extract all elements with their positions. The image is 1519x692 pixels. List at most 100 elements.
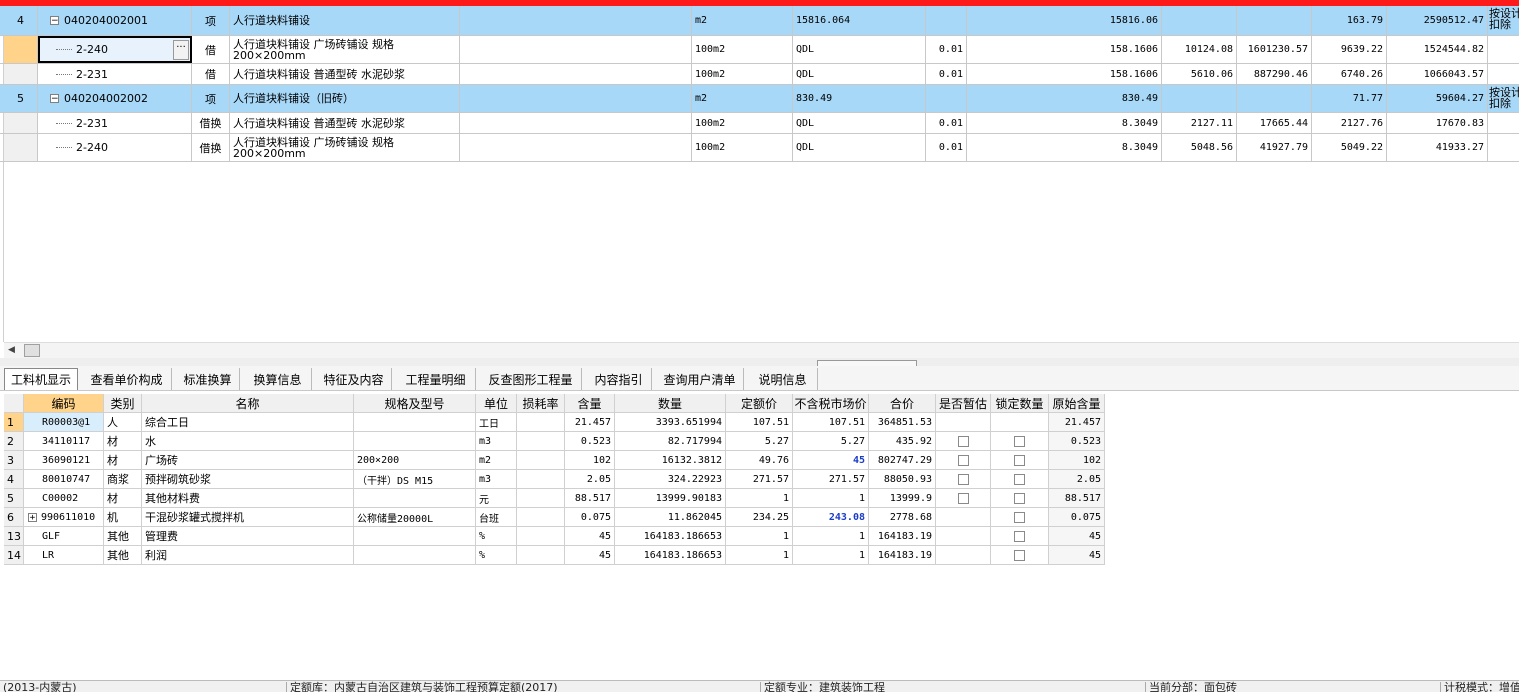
cell-total[interactable]: 2590512.47	[1387, 6, 1488, 35]
cell-unit[interactable]: 元	[476, 489, 517, 508]
cell-rn[interactable]: 3	[4, 451, 24, 470]
cell-market[interactable]: 243.08	[793, 508, 869, 527]
cell-rn[interactable]: 13	[4, 527, 24, 546]
cell-type[interactable]: 借	[192, 64, 230, 84]
cell-orig[interactable]: 88.517	[1049, 489, 1105, 508]
cell-qty_expr[interactable]: 830.49	[793, 85, 926, 112]
cell-name[interactable]: 预拌砌筑砂浆	[142, 470, 354, 489]
cell-coef[interactable]: 0.01	[926, 64, 967, 84]
header-cat[interactable]: 类别	[104, 394, 142, 413]
cell-blank[interactable]	[460, 36, 692, 63]
cell-orig[interactable]: 45	[1049, 527, 1105, 546]
cell-unit[interactable]: m2	[692, 6, 793, 35]
cell-total[interactable]: 802747.29	[869, 451, 936, 470]
cell-spec[interactable]: 200×200	[354, 451, 476, 470]
tab-6[interactable]: 反查图形工程量	[480, 368, 582, 390]
cell-qty_expr[interactable]: QDL	[793, 64, 926, 84]
resource-row[interactable]: 5 C00002 材 其他材料费 元 88.517 13999.90183 1 1 13999.9…	[4, 489, 1105, 508]
cell-unit[interactable]: 台班	[476, 508, 517, 527]
cell-price[interactable]: 6740.26	[1312, 64, 1387, 84]
cell-content[interactable]: 102	[565, 451, 615, 470]
cell-spec[interactable]	[354, 546, 476, 565]
cell-market[interactable]: 1	[793, 546, 869, 565]
quota-sub-row[interactable]: 2-231 借 人行道块料铺设 普通型砖 水泥砂浆 100m2 QDL 0.01 158.1…	[0, 64, 1519, 85]
cell-market[interactable]: 5.27	[793, 432, 869, 451]
resource-row[interactable]: 3 36090121 材 广场砖 200×200 m2 102 16132.3812 49.76…	[4, 451, 1105, 470]
cell-loss[interactable]	[517, 489, 565, 508]
cell-content[interactable]: 0.523	[565, 432, 615, 451]
cell-qty_expr[interactable]: QDL	[793, 36, 926, 63]
cell-unit[interactable]: m3	[476, 432, 517, 451]
cell-unit[interactable]: 100m2	[692, 113, 793, 133]
cell-total[interactable]: 164183.19	[869, 527, 936, 546]
cell-qty[interactable]: 158.1606	[967, 64, 1162, 84]
cell-name[interactable]: 人行道块料铺设 广场砖铺设 规格200×200mm	[230, 134, 460, 161]
cell-lock[interactable]	[991, 470, 1049, 489]
cell-code[interactable]: C00002	[24, 489, 104, 508]
cell-qty[interactable]: 8.3049	[967, 134, 1162, 161]
header-lock[interactable]: 锁定数量	[991, 394, 1049, 413]
cell-content[interactable]: 2.05	[565, 470, 615, 489]
expand-icon[interactable]: +	[28, 512, 37, 522]
cell-est[interactable]	[936, 508, 991, 527]
cell-unit[interactable]: 100m2	[692, 64, 793, 84]
cell-unit[interactable]: 工日	[476, 413, 517, 432]
cell-loss[interactable]	[517, 508, 565, 527]
cell-total[interactable]: 2778.68	[869, 508, 936, 527]
cell-total[interactable]: 1066043.57	[1387, 64, 1488, 84]
pane-splitter[interactable]	[0, 358, 1519, 367]
cell-base[interactable]: 1	[726, 527, 793, 546]
provisional-checkbox[interactable]	[957, 454, 969, 466]
cell-est[interactable]	[936, 470, 991, 489]
cell-qty[interactable]: 16132.3812	[615, 451, 726, 470]
cell-unit[interactable]: m2	[476, 451, 517, 470]
resource-row[interactable]: 6 +990611010 机干混砂浆罐式搅拌机 公称储量20000L 台班 0.075 11…	[4, 508, 1105, 527]
cell-base[interactable]: 49.76	[726, 451, 793, 470]
cell-loss[interactable]	[517, 527, 565, 546]
cell-name[interactable]: 人行道块料铺设	[230, 6, 460, 35]
cell-c1[interactable]: 10124.08	[1162, 36, 1237, 63]
cell-code[interactable]: LR	[24, 546, 104, 565]
cell-type[interactable]: 项	[192, 6, 230, 35]
cell-total[interactable]: 13999.9	[869, 489, 936, 508]
cell-content[interactable]: 88.517	[565, 489, 615, 508]
cell-orig[interactable]: 102	[1049, 451, 1105, 470]
collapse-icon[interactable]: −	[50, 16, 59, 26]
cell-type[interactable]: 借换	[192, 113, 230, 133]
cell-base[interactable]: 1	[726, 489, 793, 508]
provisional-checkbox[interactable]	[957, 435, 969, 447]
cell-lock[interactable]	[991, 527, 1049, 546]
cell-code[interactable]: 36090121	[24, 451, 104, 470]
cell-name[interactable]: 利润	[142, 546, 354, 565]
resource-row[interactable]: 4 80010747 商浆 预拌砌筑砂浆 （干拌）DS M15 m3 2.05 324.229…	[4, 470, 1105, 489]
cell-content[interactable]: 0.075	[565, 508, 615, 527]
cell-num[interactable]	[4, 36, 38, 63]
lock-qty-checkbox[interactable]	[1014, 549, 1025, 561]
cell-type[interactable]: 项	[192, 85, 230, 112]
cell-qty[interactable]: 324.22923	[615, 470, 726, 489]
cell-market[interactable]: 271.57	[793, 470, 869, 489]
resource-row[interactable]: 14 LR 其他 利润% 45 164183.186653 1 1 164183.19 45	[4, 546, 1105, 565]
cell-name[interactable]: 干混砂浆罐式搅拌机	[142, 508, 354, 527]
cell-c1[interactable]	[1162, 6, 1237, 35]
cell-content[interactable]: 21.457	[565, 413, 615, 432]
header-code[interactable]: 编码	[24, 394, 104, 413]
resource-row[interactable]: 13 GLF 其他 管理费% 45 164183.186653 1 1 164183.19 45	[4, 527, 1105, 546]
cell-cat[interactable]: 商浆	[104, 470, 142, 489]
cell-spec[interactable]	[354, 527, 476, 546]
cell-coef[interactable]: 0.01	[926, 134, 967, 161]
cell-code[interactable]: 34110117	[24, 432, 104, 451]
cell-c2[interactable]: 41927.79	[1237, 134, 1312, 161]
cell-est[interactable]	[936, 489, 991, 508]
cell-cat[interactable]: 材	[104, 489, 142, 508]
scroll-thumb[interactable]	[24, 344, 40, 357]
cell-total[interactable]: 435.92	[869, 432, 936, 451]
cell-unit[interactable]: m3	[476, 470, 517, 489]
cell-c1[interactable]: 5048.56	[1162, 134, 1237, 161]
cell-orig[interactable]: 21.457	[1049, 413, 1105, 432]
tab-3[interactable]: 换算信息	[244, 368, 312, 390]
lock-qty-checkbox[interactable]	[1014, 435, 1025, 447]
cell-qty[interactable]: 82.717994	[615, 432, 726, 451]
bill-item-row[interactable]: 4 −040204002001 项 人行道块料铺设 m2 15816.064 15816.0…	[0, 6, 1519, 36]
cell-lock[interactable]	[991, 413, 1049, 432]
